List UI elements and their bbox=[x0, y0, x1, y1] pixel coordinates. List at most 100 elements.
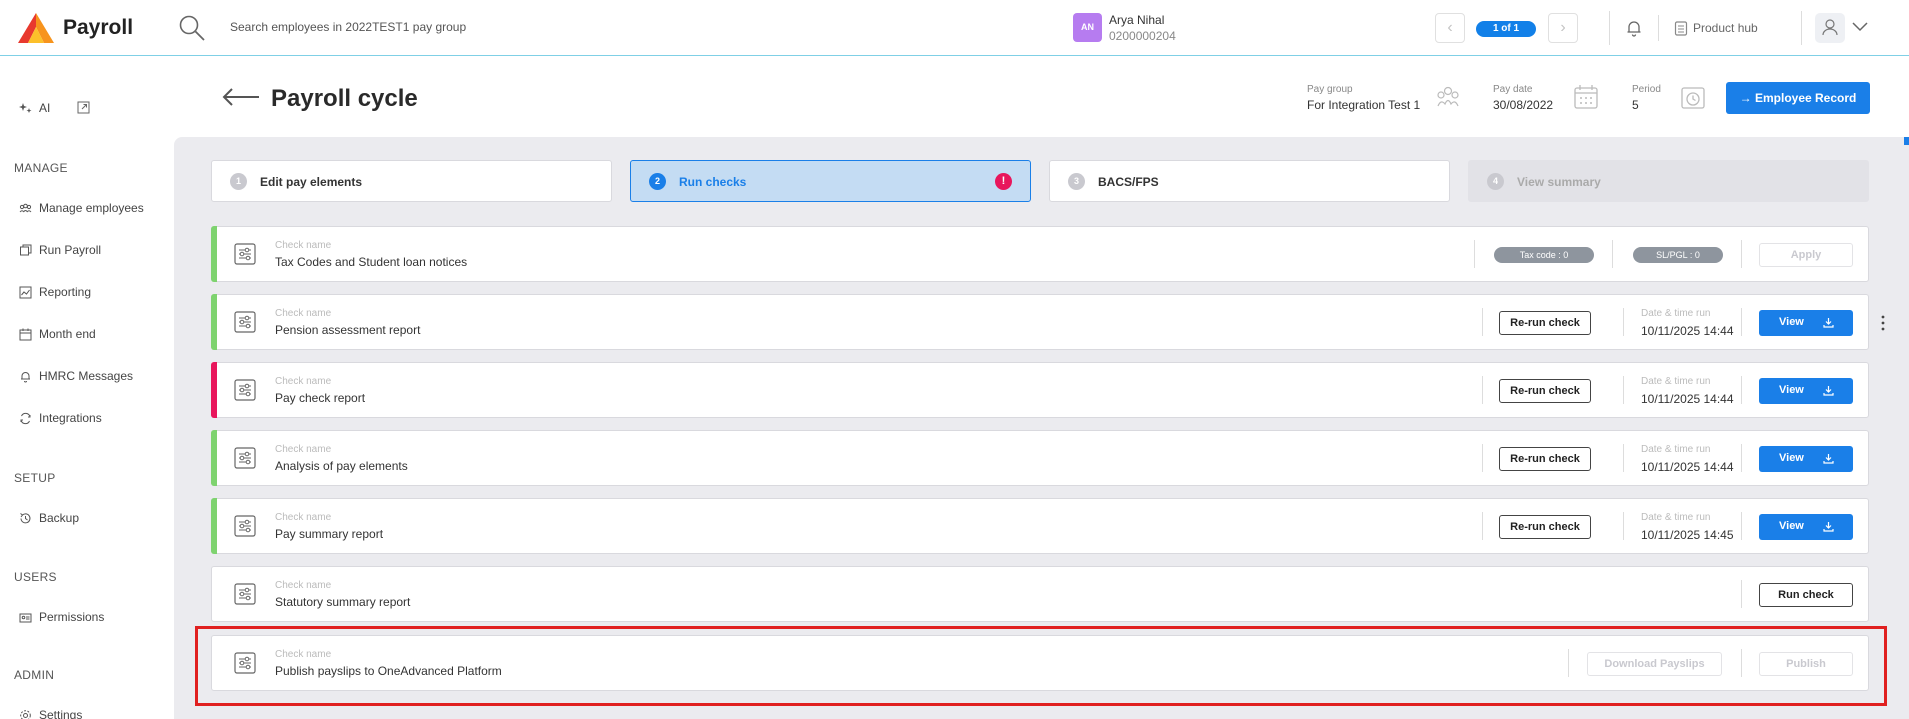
scrollbar[interactable] bbox=[1904, 137, 1909, 145]
divider bbox=[1623, 512, 1624, 540]
search-icon[interactable] bbox=[178, 14, 206, 42]
period-value: 5 bbox=[1632, 98, 1639, 112]
step-label: BACS/FPS bbox=[1098, 175, 1159, 189]
status-indicator bbox=[211, 430, 217, 486]
step-number: 4 bbox=[1487, 173, 1504, 190]
sidebar-item-label: HMRC Messages bbox=[39, 369, 134, 383]
check-name-label: Check name bbox=[275, 240, 332, 251]
user-menu-button[interactable] bbox=[1815, 13, 1845, 43]
check-name: Statutory summary report bbox=[275, 595, 411, 609]
people-icon bbox=[19, 203, 32, 212]
bell-icon[interactable] bbox=[1624, 18, 1644, 38]
product-hub-icon[interactable] bbox=[1674, 20, 1688, 36]
check-name: Analysis of pay elements bbox=[275, 459, 408, 473]
bell-icon bbox=[21, 371, 30, 382]
sidebar-item-label: Integrations bbox=[39, 411, 102, 425]
apply-button[interactable]: Apply bbox=[1759, 243, 1853, 267]
divider bbox=[1482, 512, 1483, 540]
sidebar-item-ai[interactable]: AI bbox=[19, 101, 50, 115]
pay-group-value: For Integration Test 1 bbox=[1307, 98, 1421, 112]
divider bbox=[1741, 240, 1742, 268]
check-row-analysis-pay-elements: Check name Analysis of pay elements Re-r… bbox=[211, 430, 1869, 486]
product-hub-link[interactable]: Product hub bbox=[1693, 21, 1758, 35]
datetime-label: Date & time run bbox=[1641, 444, 1711, 455]
sidebar-item-label: AI bbox=[39, 101, 51, 115]
download-icon bbox=[1823, 386, 1834, 396]
sidebar-item-label: Reporting bbox=[39, 285, 92, 299]
sidebar-item-reporting[interactable]: Reporting bbox=[19, 285, 91, 299]
divider bbox=[1623, 308, 1624, 336]
sidebar-item-permissions[interactable]: Permissions bbox=[19, 610, 104, 624]
payroll-logo-icon bbox=[18, 13, 54, 43]
rerun-check-button[interactable]: Re-run check bbox=[1499, 515, 1591, 539]
sidebar-section-setup: SETUP bbox=[14, 471, 56, 485]
divider bbox=[1623, 376, 1624, 404]
sidebar-item-settings[interactable]: Settings bbox=[19, 708, 82, 719]
check-row-pension-assessment: Check name Pension assessment report Re-… bbox=[211, 294, 1869, 350]
next-employee-button[interactable]: › bbox=[1548, 13, 1578, 43]
view-button[interactable]: View bbox=[1759, 514, 1853, 540]
arrow-right-icon: → bbox=[1739, 91, 1752, 105]
datetime-value: 10/11/2025 14:44 bbox=[1641, 460, 1734, 474]
tax-code-badge: Tax code : 0 bbox=[1494, 247, 1594, 263]
check-row-tax-codes: Check name Tax Codes and Student loan no… bbox=[211, 226, 1869, 282]
sliders-icon bbox=[234, 515, 256, 537]
sidebar-item-hmrc-messages[interactable]: HMRC Messages bbox=[19, 369, 133, 383]
divider bbox=[1482, 376, 1483, 404]
sparkle-icon bbox=[19, 102, 32, 113]
pay-group-label: Pay group bbox=[1307, 84, 1353, 95]
external-link-icon[interactable] bbox=[77, 101, 90, 114]
app-title: Payroll bbox=[63, 16, 134, 39]
check-name-label: Check name bbox=[275, 512, 332, 523]
sidebar-item-label: Manage employees bbox=[39, 201, 144, 215]
search-input[interactable]: Search employees in 2022TEST1 pay group bbox=[230, 20, 466, 34]
sidebar-item-manage-employees[interactable]: Manage employees bbox=[19, 201, 144, 215]
divider bbox=[1612, 240, 1613, 268]
sidebar-item-month-end[interactable]: Month end bbox=[19, 327, 96, 341]
sliders-icon bbox=[234, 379, 256, 401]
sidebar-item-label: Month end bbox=[39, 327, 96, 341]
view-button[interactable]: View bbox=[1759, 446, 1853, 472]
sidebar-item-integrations[interactable]: Integrations bbox=[19, 411, 102, 425]
view-button[interactable]: View bbox=[1759, 310, 1853, 336]
step-bacs-fps[interactable]: 3 BACS/FPS bbox=[1049, 160, 1450, 202]
rerun-check-button[interactable]: Re-run check bbox=[1499, 311, 1591, 335]
datetime-label: Date & time run bbox=[1641, 512, 1711, 523]
step-label: Edit pay elements bbox=[260, 175, 363, 189]
calendar-icon bbox=[1574, 85, 1598, 109]
pay-date-value: 30/08/2022 bbox=[1493, 98, 1554, 112]
datetime-value: 10/11/2025 14:44 bbox=[1641, 324, 1734, 338]
status-indicator bbox=[211, 362, 217, 418]
highlight-frame bbox=[195, 626, 1887, 706]
status-indicator bbox=[211, 498, 217, 554]
back-arrow-icon[interactable] bbox=[222, 88, 260, 106]
step-edit-pay-elements[interactable]: 1 Edit pay elements bbox=[211, 160, 612, 202]
group-icon bbox=[1437, 86, 1459, 107]
rerun-check-button[interactable]: Re-run check bbox=[1499, 379, 1591, 403]
check-name-label: Check name bbox=[275, 444, 332, 455]
more-options-icon[interactable] bbox=[1880, 314, 1886, 332]
view-button[interactable]: View bbox=[1759, 378, 1853, 404]
page-title: Payroll cycle bbox=[271, 85, 418, 112]
calendar-icon bbox=[19, 328, 32, 340]
step-run-checks[interactable]: 2 Run checks ! bbox=[630, 160, 1031, 202]
pay-date-label: Pay date bbox=[1493, 84, 1533, 95]
step-view-summary: 4 View summary bbox=[1468, 160, 1869, 202]
divider bbox=[1741, 512, 1742, 540]
rerun-check-button[interactable]: Re-run check bbox=[1499, 447, 1591, 471]
divider bbox=[1741, 376, 1742, 404]
sidebar-item-run-payroll[interactable]: Run Payroll bbox=[19, 243, 101, 257]
divider bbox=[1741, 580, 1742, 608]
run-check-button[interactable]: Run check bbox=[1759, 583, 1853, 607]
previous-employee-button[interactable]: ‹ bbox=[1435, 13, 1465, 43]
chevron-down-icon[interactable] bbox=[1851, 20, 1869, 34]
chevron-right-icon: › bbox=[1560, 19, 1566, 36]
check-row-pay-summary: Check name Pay summary report Re-run che… bbox=[211, 498, 1869, 554]
pager-indicator: 1 of 1 bbox=[1476, 21, 1536, 37]
divider bbox=[1741, 308, 1742, 336]
sidebar-section-users: USERS bbox=[14, 570, 57, 584]
employee-record-button[interactable]: → Employee Record bbox=[1726, 82, 1870, 114]
chevron-left-icon: ‹ bbox=[1447, 19, 1453, 36]
period-clock-icon bbox=[1681, 87, 1705, 109]
sidebar-item-backup[interactable]: Backup bbox=[19, 511, 79, 525]
